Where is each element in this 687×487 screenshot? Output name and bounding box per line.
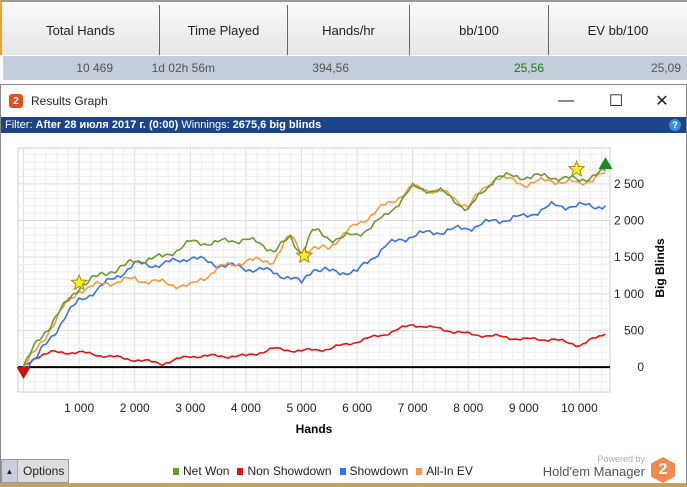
x-tick-label: 8 000 — [453, 401, 483, 415]
x-tick-label: 10 000 — [561, 401, 598, 415]
x-tick-label: 7 000 — [398, 401, 428, 415]
options-label: Options — [23, 464, 65, 478]
x-tick-label: 9 000 — [509, 401, 539, 415]
brand-name: Hold'em Manager — [542, 464, 645, 479]
legend-non-showdown[interactable]: Non Showdown — [237, 464, 332, 478]
x-tick-label: 3 000 — [175, 401, 205, 415]
y-axis-label: Big Blinds — [653, 238, 667, 298]
y-tick-label: 1 500 — [614, 250, 644, 264]
y-tick-label: 0 — [637, 360, 644, 374]
legend-all-in-ev[interactable]: All-In EV — [416, 464, 473, 478]
x-tick-label: 2 000 — [120, 401, 150, 415]
y-tick-label: 2 000 — [614, 214, 644, 228]
results-chart: 1 000 2 000 3 000 4 000 5 000 6 000 7 000 8 000… — [16, 147, 667, 436]
legend-showdown[interactable]: Showdown — [339, 464, 408, 478]
caret-up-icon: ▲ — [2, 460, 18, 482]
options-button[interactable]: ▲ Options — [1, 459, 69, 483]
x-tick-label: 4 000 — [231, 401, 261, 415]
x-tick-label: 1 000 — [64, 401, 94, 415]
powered-by: Powered by — [597, 454, 645, 464]
legend-net-won[interactable]: Net Won — [173, 464, 229, 478]
bottom-border — [0, 483, 687, 487]
chart-legend: Net Won Non Showdown Showdown All-In EV — [173, 464, 473, 478]
x-tick-label: 6 000 — [342, 401, 372, 415]
y-tick-label: 2 500 — [614, 177, 644, 191]
x-tick-label: 5 000 — [286, 401, 316, 415]
x-axis-label: Hands — [296, 422, 333, 436]
y-tick-label: 1 000 — [614, 287, 644, 301]
y-tick-label: 500 — [624, 323, 644, 337]
